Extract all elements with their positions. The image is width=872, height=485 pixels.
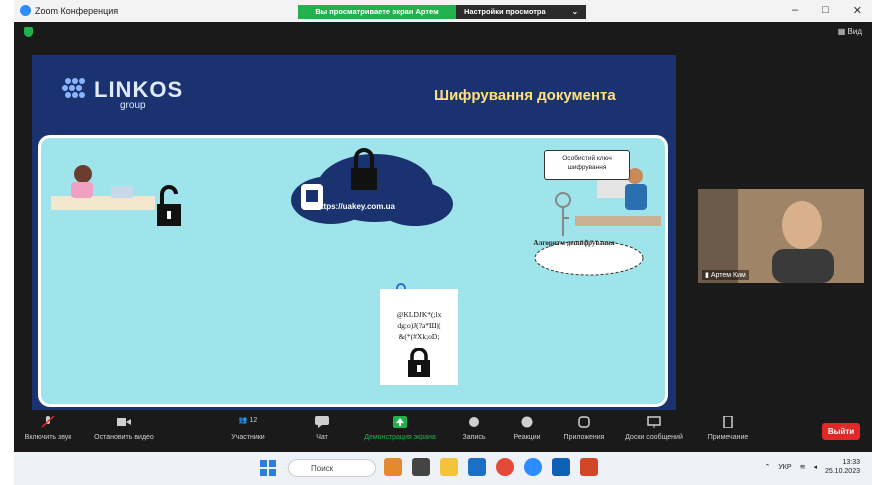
reactions-label: Реакции [513,434,541,441]
meeting-toolbar: Включить звук Остановить видео 👥 12 Учас… [14,410,872,452]
chat-label: Чат [316,434,328,441]
volume-icon[interactable]: ◂ [813,463,817,471]
logo-dots-icon [60,75,90,105]
app-icon-2[interactable] [412,458,430,476]
notes-button[interactable]: Примечание [702,415,754,441]
shared-screen[interactable]: LINKOS group Шифрування документа https:… [32,55,676,415]
view-options-label: Настройки просмотра [464,7,546,16]
clock-date: 25.10.2023 [824,468,860,475]
zoom-logo-icon [20,5,31,16]
participant-name: ▮ Артем Ким [702,270,749,280]
participants-label: Участники [231,434,265,441]
security-shield-icon[interactable] [24,27,33,37]
leave-button[interactable]: Выйти [822,423,860,440]
language-indicator[interactable]: УКР [778,464,791,471]
open-lock-icon-left [157,185,181,226]
key-icon [555,192,571,236]
share-banner-text: Вы просматриваете экран Артем Ким [298,5,456,30]
close-button[interactable]: ✕ [853,4,862,17]
encrypted-document: @KLDJK*(;lx dg;o)J(?a*Ш|( &(*(#Хk;oD; [380,289,458,385]
whiteboards-label: Доски сообщений [625,434,683,441]
signal-icon: ▮ [705,272,709,279]
participants-button[interactable]: 👥 12 Участники [224,416,272,441]
clock[interactable]: 13:33 25.10.2023 [825,458,860,476]
participants-icon: 👥 12 [233,416,263,428]
linkos-logo: LINKOS group [60,75,183,111]
encrypted-line-1: @KLDJK*(;lx [396,310,442,319]
taskbar-search[interactable]: Поиск [288,459,376,477]
share-screen-label: Демонстрация экрана [364,434,436,441]
outer-background [0,0,14,485]
notes-icon [721,415,735,429]
powerpoint-icon[interactable] [580,458,598,476]
algorithm-cloud: Алгоритм дешифрування [533,239,615,247]
apps-button[interactable]: Приложения [560,416,608,441]
unmute-button[interactable]: Включить звук [22,415,74,441]
store-icon[interactable] [468,458,486,476]
grid-icon: ▦ [837,27,846,36]
participant-avatar [698,189,864,283]
notes-label: Примечание [707,434,749,441]
view-button[interactable]: ▦ Вид [838,27,862,36]
chevron-up-icon[interactable]: ⌃ [764,463,770,471]
smiley-icon [520,416,534,428]
logo-sub: group [120,100,146,111]
participants-count: 12 [249,417,258,424]
windows-taskbar: Поиск ⌃ УКР ≋ ◂ 13:33 25.10.2023 [14,452,872,485]
chevron-down-icon: ⌄ [571,7,578,16]
share-screen-icon [393,416,407,428]
participant-name-text: Артем Ким [710,272,746,279]
reactions-button[interactable]: Реакции [508,416,546,441]
chrome-icon[interactable] [496,458,514,476]
users-icon: 👥 [238,417,248,424]
zoom-window: Zoom Конференция Вы просматриваете экран… [14,0,872,485]
unmute-label: Включить звук [24,434,72,441]
taskbar-apps [384,458,598,476]
windows-start-icon[interactable] [260,460,276,476]
clock-time: 13:33 [842,459,860,466]
participant-video[interactable]: ▮ Артем Ким [698,189,864,283]
camera-icon [117,416,131,428]
system-tray: ⌃ УКР ≋ ◂ 13:33 25.10.2023 [764,458,860,476]
share-screen-button[interactable]: Демонстрация экрана [354,416,446,441]
whiteboard-icon [647,416,661,428]
apps-label: Приложения [563,434,605,441]
meeting-area: ▦ Вид LINKOS group Шифрування документа … [14,22,872,415]
maximize-button[interactable]: □ [822,4,829,17]
mic-muted-icon [41,415,55,428]
whiteboards-button[interactable]: Доски сообщений [618,416,690,441]
chat-button[interactable]: Чат [310,416,334,441]
window-controls: – □ ✕ [792,4,862,17]
app-icon-1[interactable] [384,458,402,476]
record-button[interactable]: Запись [458,416,490,441]
cloud-server [291,148,453,226]
app-title: Zoom Конференция [20,5,118,16]
view-options-button[interactable]: Настройки просмотра ⌄ [456,5,586,19]
search-placeholder: Поиск [311,464,334,473]
minimize-button[interactable]: – [792,4,798,17]
woman-at-desk-icon [51,165,155,210]
view-label: Вид [847,27,862,36]
wifi-icon[interactable]: ≋ [800,463,806,471]
window-title: Zoom Конференция [35,5,119,16]
record-icon [467,416,481,428]
outlook-icon[interactable] [552,458,570,476]
stop-video-label: Остановить видео [94,434,154,441]
zoom-taskbar-icon[interactable] [524,458,542,476]
apps-icon [577,416,591,428]
encrypted-line-3: &(*(#Хk;oD; [398,332,440,341]
stop-video-button[interactable]: Остановить видео [88,416,160,441]
chat-icon [315,416,329,428]
title-bar: Zoom Конференция Вы просматриваете экран… [14,0,872,30]
server-url: https://uakey.com.ua [316,202,395,211]
slide-title: Шифрування документа [434,87,616,104]
closed-lock-icon [408,347,430,377]
share-banner: Вы просматриваете экран Артем Ким Настро… [298,5,586,30]
record-label: Запись [462,434,486,441]
folder-icon[interactable] [440,458,458,476]
encrypted-line-2: dg;o)J(?a*Ш|( [397,321,441,330]
private-key-bubble: Особистий ключ шифрування [544,150,630,180]
